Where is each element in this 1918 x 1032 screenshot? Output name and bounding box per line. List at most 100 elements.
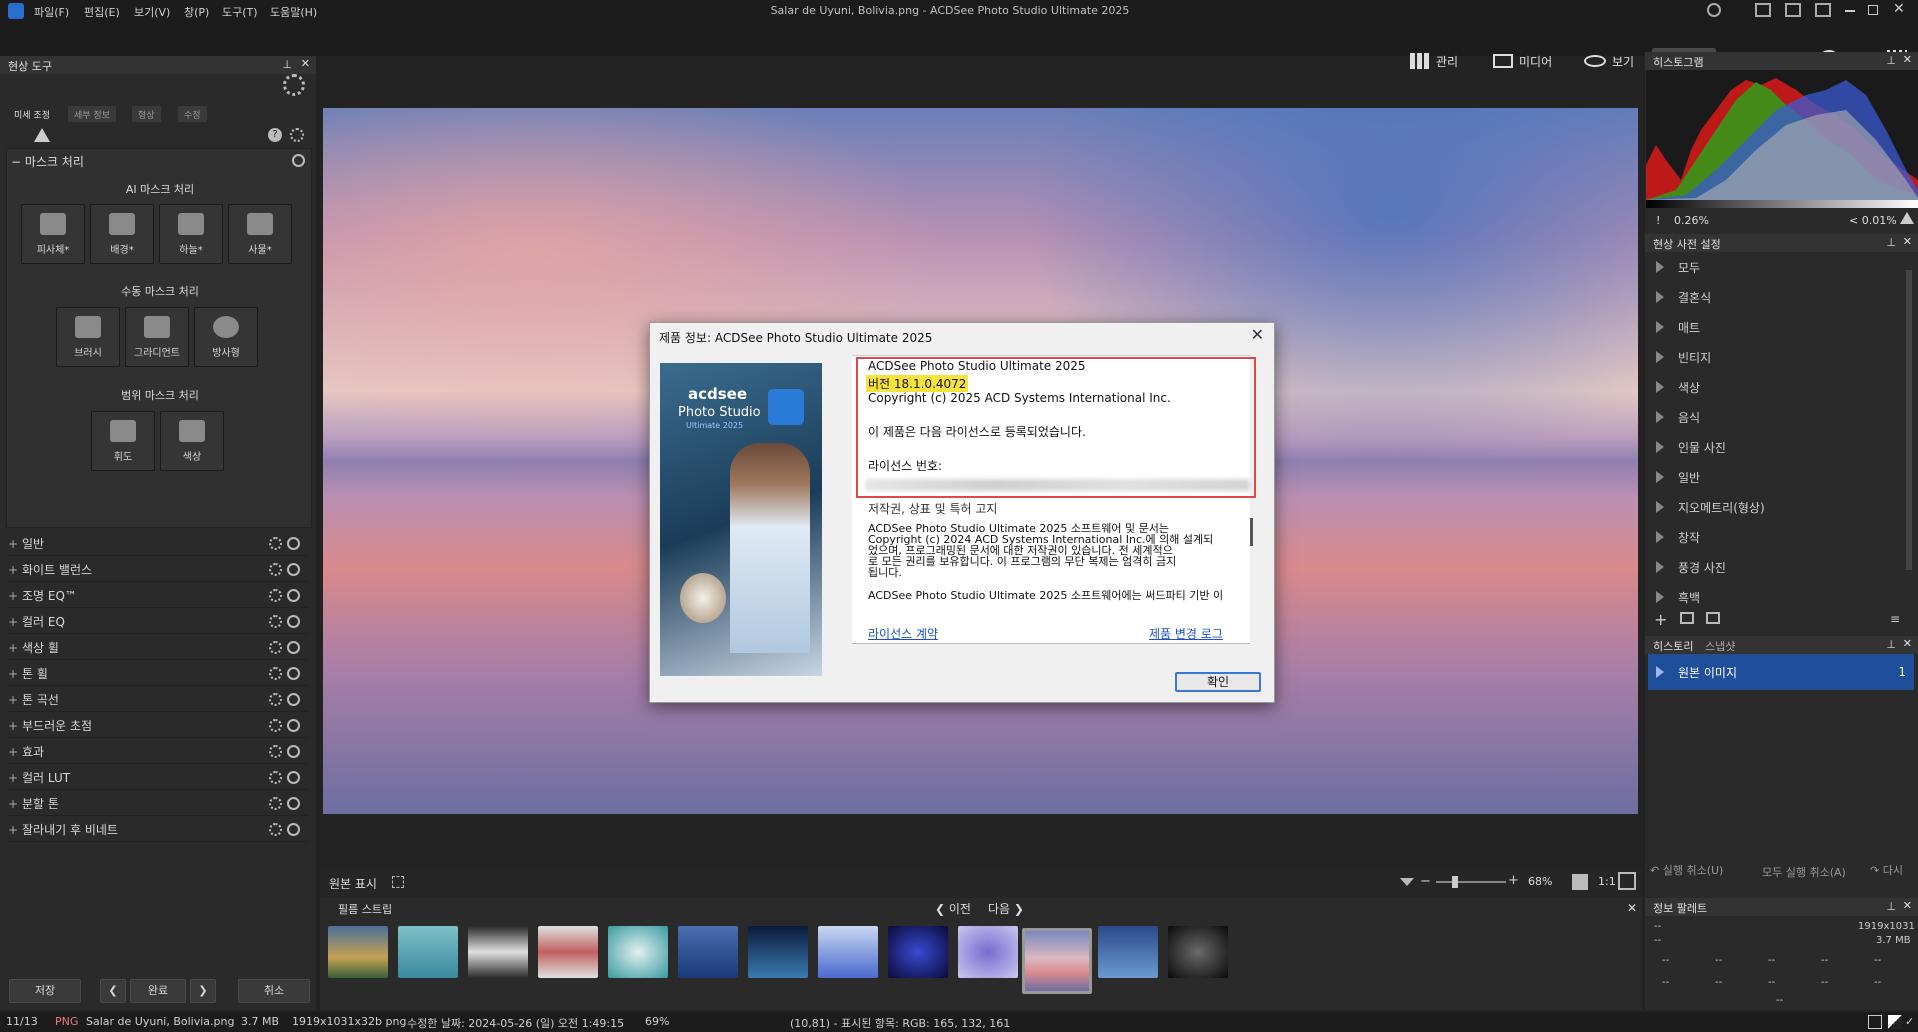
mask-sky-button[interactable]: 하늘* — [159, 204, 223, 264]
presets-close-icon[interactable]: ✕ — [1903, 235, 1912, 248]
mask-radial-button[interactable]: 방사형 — [194, 307, 258, 367]
toggle-icon[interactable] — [287, 719, 300, 732]
redo-button[interactable]: ↷ 다시 — [1870, 862, 1903, 878]
fit-icon[interactable] — [1618, 872, 1636, 890]
preset-matte[interactable]: 매트 — [1648, 312, 1908, 342]
layout-bottom-icon[interactable] — [1785, 3, 1801, 17]
filmstrip-thumbnail[interactable] — [1098, 926, 1158, 978]
filmstrip-thumbnail[interactable] — [748, 926, 808, 978]
menu-view[interactable]: 보기(V) — [134, 4, 170, 20]
group-soft-focus[interactable]: + 부드러운 초점 — [8, 714, 308, 738]
menu-file[interactable]: 파일(F) — [34, 4, 69, 20]
gear-icon[interactable] — [269, 797, 282, 810]
preset-portrait[interactable]: 인물 사진 — [1648, 432, 1908, 462]
preset-menu-icon[interactable]: ≡ — [1890, 612, 1900, 626]
ok-button[interactable]: 확인 — [1175, 672, 1261, 692]
mask-object-button[interactable]: 사물* — [228, 204, 292, 264]
gear-icon[interactable] — [269, 823, 282, 836]
gear-icon[interactable] — [269, 667, 282, 680]
pin-icon[interactable]: ⊥ — [1886, 54, 1896, 67]
zoom-slider-handle[interactable] — [1452, 876, 1458, 888]
show-original-button[interactable]: 원본 표시 — [329, 875, 377, 892]
mask-luminance-button[interactable]: 휘도 — [91, 411, 155, 471]
toggle-icon[interactable] — [287, 771, 300, 784]
next-image-button[interactable]: ❯ — [190, 979, 216, 1003]
menu-help[interactable]: 도움말(H) — [270, 4, 317, 20]
history-item-original[interactable]: 원본 이미지 1 — [1648, 654, 1914, 690]
cancel-button[interactable]: 취소 — [238, 979, 310, 1003]
group-color-eq[interactable]: + 컬러 EQ — [8, 610, 308, 634]
gear-icon[interactable] — [269, 537, 282, 550]
menu-window[interactable]: 창(P) — [184, 4, 209, 20]
toggle-icon[interactable] — [287, 823, 300, 836]
help-icon[interactable]: ? — [268, 128, 282, 142]
info-close-icon[interactable]: ✕ — [1903, 899, 1912, 912]
group-post-crop-vignette[interactable]: + 잘라내기 후 비네트 — [8, 818, 308, 842]
group-color-lut[interactable]: + 컬러 LUT — [8, 766, 308, 790]
layout-left-icon[interactable] — [1755, 3, 1771, 17]
group-color-wheel[interactable]: + 색상 휠 — [8, 636, 308, 660]
preset-all[interactable]: 모두 — [1648, 252, 1908, 282]
filmstrip-thumbnail[interactable] — [1168, 926, 1228, 978]
user-icon[interactable] — [1707, 3, 1721, 17]
import-preset-icon[interactable] — [1680, 612, 1694, 624]
dialog-close-icon[interactable]: ✕ — [1251, 325, 1264, 344]
group-white-balance[interactable]: + 화이트 밸런스 — [8, 558, 308, 582]
preset-geometry[interactable]: 지오메트리(형상) — [1648, 492, 1908, 522]
mode-media[interactable]: 미디어 — [1485, 48, 1560, 74]
toggle-icon[interactable] — [287, 693, 300, 706]
export-preset-icon[interactable] — [1706, 612, 1720, 624]
filmstrip-thumbnail[interactable] — [608, 926, 668, 978]
gear-icon[interactable] — [269, 615, 282, 628]
snapshot-tab[interactable]: 스냅샷 — [1705, 640, 1735, 653]
gear-icon[interactable] — [269, 693, 282, 706]
histogram-close-icon[interactable]: ✕ — [1903, 53, 1912, 66]
filmstrip-thumbnail[interactable] — [678, 926, 738, 978]
tab-tune[interactable]: 미세 조정 — [8, 106, 56, 122]
filmstrip-thumbnail[interactable] — [958, 926, 1018, 978]
close-icon[interactable]: ✕ — [1893, 1, 1905, 17]
view-square-icon[interactable] — [1868, 1015, 1882, 1029]
preset-vintage[interactable]: 빈티지 — [1648, 342, 1908, 372]
filmstrip-next[interactable]: 다음 ❯ — [988, 900, 1024, 917]
toggle-icon[interactable] — [287, 537, 300, 550]
preset-bw[interactable]: 흑백 — [1648, 582, 1908, 612]
zoom-level[interactable]: 68% — [1528, 875, 1552, 888]
zoom-slider[interactable] — [1436, 881, 1506, 883]
gear-icon[interactable] — [269, 719, 282, 732]
group-tone-curve[interactable]: + 톤 곡선 — [8, 688, 308, 712]
panel-close-icon[interactable]: ✕ — [301, 57, 310, 70]
toggle-icon[interactable] — [287, 615, 300, 628]
filmstrip-prev[interactable]: ❮ 이전 — [935, 900, 971, 917]
toggle-icon[interactable] — [287, 667, 300, 680]
group-light-eq[interactable]: + 조명 EQ™ — [8, 584, 308, 608]
tab-detail[interactable]: 세부 정보 — [68, 106, 116, 122]
view-compare-icon[interactable] — [1888, 1015, 1902, 1029]
mask-color-button[interactable]: 색상 — [160, 411, 224, 471]
filmstrip-thumbnail[interactable] — [398, 926, 458, 978]
filmstrip-thumbnail[interactable] — [888, 926, 948, 978]
pin-icon[interactable]: ⊥ — [282, 58, 292, 71]
toggle-icon[interactable] — [287, 745, 300, 758]
actual-size-button[interactable]: 1:1 — [1598, 875, 1616, 888]
history-close-icon[interactable]: ✕ — [1903, 637, 1912, 650]
highlight-clip-icon[interactable] — [1900, 212, 1914, 224]
tab-repair[interactable]: 수정 — [178, 106, 207, 122]
filmstrip-thumbnail-selected[interactable] — [1022, 928, 1092, 994]
filmstrip-thumbnail[interactable] — [328, 926, 388, 978]
preset-creative[interactable]: 창작 — [1648, 522, 1908, 552]
preset-general[interactable]: 일반 — [1648, 462, 1908, 492]
notice-scrollbar[interactable] — [1250, 518, 1253, 546]
check-icon[interactable]: ✓ — [1905, 1015, 1914, 1028]
notice-text[interactable]: ACDSee Photo Studio Ultimate 2025 소프트웨어 … — [868, 523, 1240, 639]
license-agreement-link[interactable]: 라이선스 계약 — [868, 625, 938, 642]
undo-all-button[interactable]: 모두 실행 취소(A) — [1762, 864, 1846, 880]
mask-brush-button[interactable]: 브러시 — [56, 307, 120, 367]
toggle-icon[interactable] — [287, 589, 300, 602]
fullscreen-icon[interactable] — [392, 876, 404, 888]
minimize-icon[interactable] — [1845, 10, 1855, 12]
save-button[interactable]: 저장 — [9, 979, 81, 1003]
toggle-icon[interactable] — [287, 797, 300, 810]
mode-manage[interactable]: 관리 — [1402, 48, 1466, 74]
presets-scrollbar[interactable] — [1906, 270, 1912, 570]
